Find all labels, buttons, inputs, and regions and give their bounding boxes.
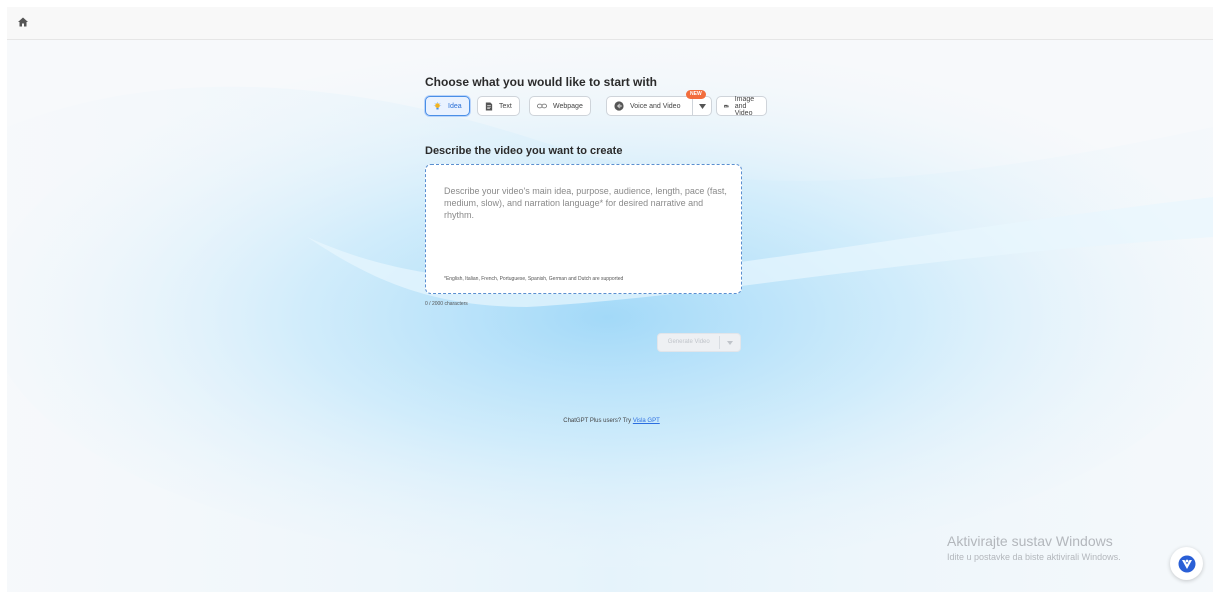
generate-video-button[interactable]: Generate Video [657,333,741,352]
chatgpt-promo: ChatGPT Plus users? Try Visla GPT [7,418,1213,424]
image-icon [724,104,729,108]
document-icon [485,101,493,111]
generate-options-dropdown[interactable] [720,340,740,345]
description-placeholder: Describe your video's main idea, purpose… [444,186,727,220]
app-frame: Choose what you would like to start with… [7,7,1213,592]
caret-down-icon [727,340,734,345]
promo-text: ChatGPT Plus users? Try [563,418,633,424]
caret-down-icon [698,103,706,109]
assistant-button[interactable] [1170,547,1203,580]
tab-image-and-video[interactable]: Image and Video [716,95,768,117]
voice-video-dropdown[interactable] [692,96,712,116]
link-icon [537,103,547,109]
generate-video-label: Generate Video [658,336,721,349]
tab-text-label: Text [499,102,512,110]
windows-activation-subtitle: Idite u postavke da biste aktivirali Win… [947,552,1121,562]
video-description-input[interactable]: Describe your video's main idea, purpose… [425,164,742,294]
visla-gpt-link[interactable]: Visla GPT [633,418,660,424]
new-badge: NEW [686,90,706,99]
choose-heading: Choose what you would like to start with [425,75,658,89]
tab-idea[interactable]: Idea [425,96,470,116]
character-counter: 0 / 2000 characters [425,301,468,307]
tab-idea-label: Idea [448,102,462,110]
tab-voice-and-video[interactable]: Voice and Video [606,96,693,116]
language-support-note: *English, Italian, French, Portuguese, S… [444,276,624,282]
lightbulb-icon [433,101,442,109]
tab-text[interactable]: Text [477,96,520,116]
assistant-logo-icon [1178,555,1195,572]
tab-webpage-label: Webpage [553,102,583,110]
voice-icon [614,101,624,111]
tab-image-and-video-label: Image and Video [734,95,755,117]
windows-activation-title: Aktivirajte sustav Windows [947,533,1113,549]
tab-voice-and-video-label: Voice and Video [630,102,681,110]
tab-webpage[interactable]: Webpage [529,96,591,116]
main-content: Choose what you would like to start with… [7,7,1213,592]
describe-heading: Describe the video you want to create [425,145,623,157]
